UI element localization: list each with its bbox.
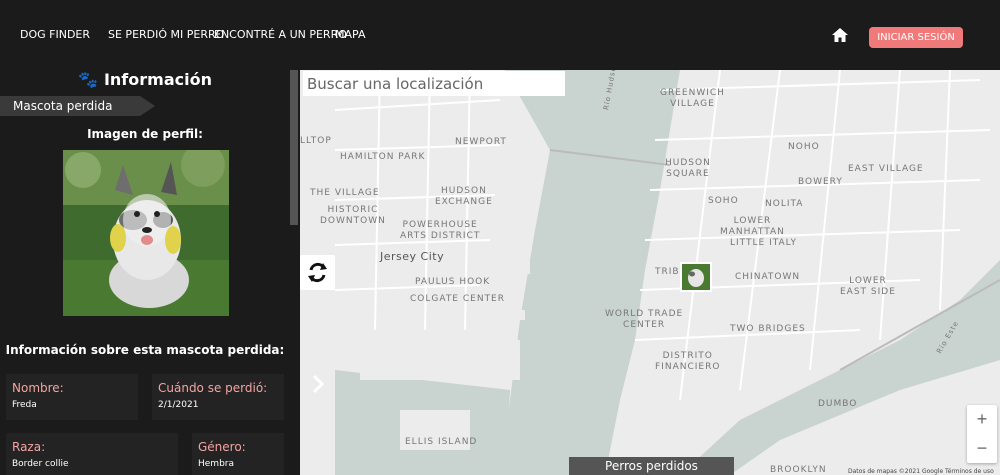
gender-value: Hembra: [198, 459, 234, 469]
breed-card: Raza: Border collie: [6, 433, 178, 475]
map-label-ellis: ELLIS ISLAND: [405, 437, 478, 447]
refresh-icon: [308, 262, 327, 283]
map-label-wtc: WORLD TRADE CENTER: [605, 309, 684, 330]
gender-label: Género:: [198, 440, 246, 454]
gender-card: Género: Hembra: [192, 433, 284, 475]
map-label-powerhouse: POWERHOUSE ARTS DISTRICT: [400, 220, 481, 241]
status-badge: Mascota perdida: [0, 96, 155, 116]
location-search-input[interactable]: [303, 71, 565, 96]
map-label-newport: NEWPORT: [455, 137, 507, 147]
map-label-hamilton: HAMILTON PARK: [340, 152, 426, 162]
map-view[interactable]: LLTOP HAMILTON PARK NEWPORT THE VILLAGE …: [300, 70, 1000, 475]
map-label-little-italy: LITTLE ITALY: [730, 238, 797, 248]
map-label-the-village: THE VILLAGE: [310, 188, 380, 198]
map-canvas: [300, 70, 1000, 475]
date-value: 2/1/2021: [158, 400, 199, 410]
top-navbar: DOG FINDER SE PERDIÓ MI PERRO ENCONTRÉ A…: [0, 0, 1000, 70]
brand-link[interactable]: DOG FINDER: [20, 28, 90, 41]
panel-scrollbar[interactable]: [290, 70, 298, 225]
breed-label: Raza:: [12, 440, 46, 454]
paw-icon: 🐾: [78, 70, 98, 89]
lost-dogs-tab[interactable]: Perros perdidos: [569, 457, 734, 475]
map-label-nolita: NOLITA: [765, 199, 804, 209]
map-label-historic: HISTORIC DOWNTOWN: [320, 205, 386, 226]
map-label-chinatown: CHINATOWN: [735, 272, 801, 282]
map-label-jersey-city: Jersey City: [380, 250, 445, 263]
nav-found-link[interactable]: ENCONTRÉ A UN PERRO: [214, 28, 347, 41]
nav-lost-link[interactable]: SE PERDIÓ MI PERRO: [108, 28, 224, 41]
map-label-two-bridges: TWO BRIDGES: [730, 324, 806, 334]
date-card: Cuándo se perdió: 2/1/2021: [152, 374, 284, 420]
map-attribution: Datos de mapas ©2021 Google Términos de …: [848, 468, 994, 475]
map-label-hudson-square: HUDSON SQUARE: [665, 158, 711, 179]
panel-title: 🐾 Información: [0, 70, 290, 96]
home-icon[interactable]: [831, 27, 849, 43]
breed-value: Border collie: [12, 459, 69, 469]
zoom-in-button[interactable]: +: [967, 405, 997, 434]
date-label: Cuándo se perdió:: [158, 381, 268, 395]
lost-dog-map-marker[interactable]: [680, 262, 712, 292]
chevron-right-icon[interactable]: [310, 372, 326, 396]
map-label-fidi: DISTRITO FINANCIERO: [655, 351, 721, 372]
profile-image-label: Imagen de perfil:: [87, 127, 203, 141]
details-heading: Información sobre esta mascota perdida:: [5, 343, 285, 357]
map-label-noho: NOHO: [788, 142, 820, 152]
nav-map-link[interactable]: MAPA: [335, 28, 365, 41]
map-label-colgate: COLGATE CENTER: [410, 294, 505, 304]
map-label-hoboken: LLTOP: [300, 136, 332, 146]
map-label-les: LOWER EAST SIDE: [840, 276, 896, 297]
map-label-soho: SOHO: [708, 196, 739, 206]
map-label-hudson-exchange: HUDSON EXCHANGE: [435, 186, 493, 207]
dog-profile-image: [63, 150, 229, 316]
zoom-out-button[interactable]: −: [967, 434, 997, 463]
refresh-button[interactable]: [300, 255, 335, 290]
map-label-lower-manhattan: LOWER MANHATTAN: [720, 216, 785, 237]
name-card: Nombre: Freda: [6, 374, 138, 420]
map-label-east-village: EAST VILLAGE: [848, 164, 924, 174]
login-button[interactable]: INICIAR SESIÓN: [869, 27, 963, 48]
map-label-greenwich: GREENWICH VILLAGE: [660, 88, 725, 109]
map-label-bowery: BOWERY: [798, 177, 843, 187]
name-value: Freda: [12, 400, 37, 410]
name-label: Nombre:: [12, 381, 64, 395]
map-label-brooklyn: BROOKLYN: [770, 465, 827, 475]
map-label-paulus-hook: PAULUS HOOK: [415, 277, 491, 287]
zoom-control: + −: [967, 405, 997, 463]
panel-title-text: Información: [103, 70, 212, 89]
map-label-dumbo: DUMBO: [818, 399, 858, 409]
info-panel: 🐾 Información Mascota perdida Imagen de p…: [0, 70, 300, 475]
